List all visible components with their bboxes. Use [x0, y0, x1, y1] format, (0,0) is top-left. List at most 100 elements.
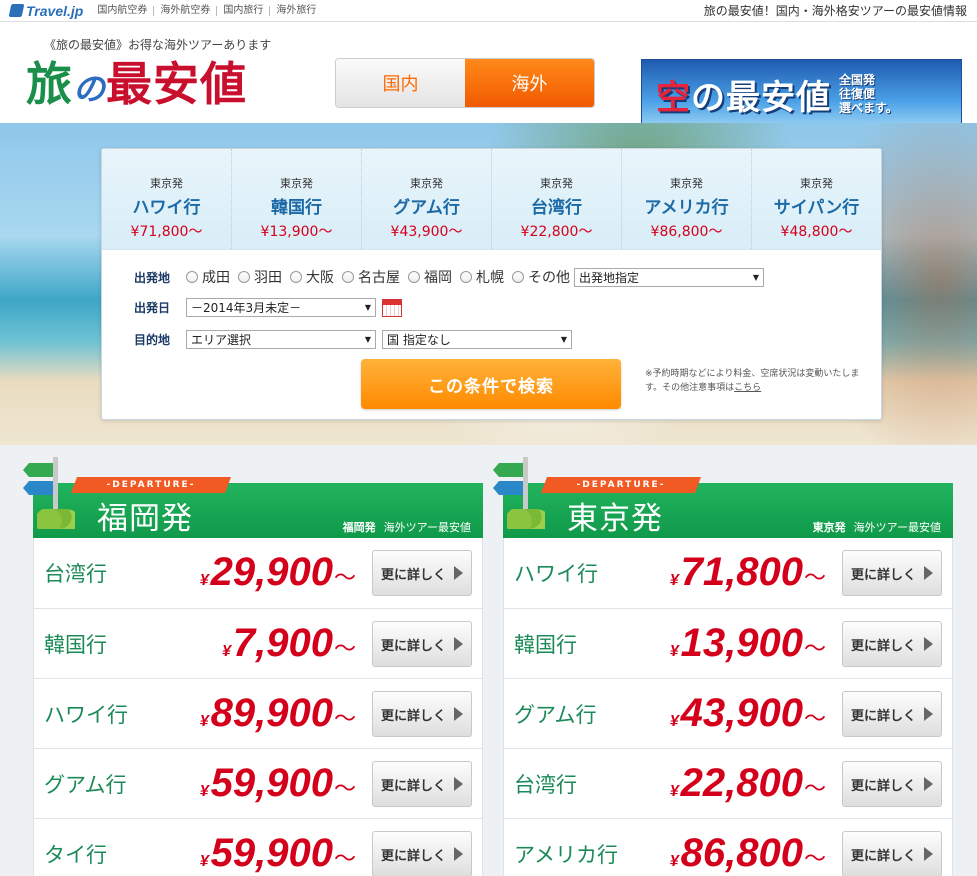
deal-price: ¥89,900 〜: [200, 691, 356, 736]
departure-row: 出発地 成田 羽田 大阪 名古屋 福岡 札幌 その他 出発地指定 ▼: [134, 267, 764, 287]
radio-nagoya[interactable]: 名古屋: [342, 267, 400, 287]
deal-destination: 韓国行: [44, 632, 107, 657]
yen-sign: ¥: [669, 713, 679, 730]
price-value: 29,900: [210, 550, 333, 594]
deal-destination: 韓国行: [514, 632, 577, 657]
air-fare-banner[interactable]: 空の最安値 全国発 往復便 選べます。: [641, 59, 962, 129]
search-button[interactable]: この条件で検索: [361, 359, 621, 409]
price-value: 86,800: [680, 831, 803, 875]
banner-side-text: 全国発 往復便 選べます。: [839, 73, 898, 115]
radio-icon: [238, 271, 250, 283]
radio-label: 羽田: [254, 270, 282, 286]
popular-destination-guam[interactable]: 東京発 グアム行 ¥43,900〜: [362, 149, 492, 249]
play-arrow-icon: [454, 566, 463, 580]
tour-search-box: 東京発 ハワイ行 ¥71,800〜 東京発 韓国行 ¥13,900〜 東京発 グ…: [101, 148, 882, 420]
popular-destination-korea[interactable]: 東京発 韓国行 ¥13,900〜: [232, 149, 362, 249]
deal-row: ハワイ行 ¥71,800 〜 更に詳しく: [504, 538, 952, 608]
panel-subtitle-bold: 福岡発: [342, 521, 376, 534]
deal-list: ハワイ行 ¥71,800 〜 更に詳しく 韓国行 ¥13,900 〜 更に詳しく グ…: [503, 538, 953, 876]
more-details-button[interactable]: 更に詳しく: [842, 761, 942, 807]
destination-row: 目的地 エリア選択 ▼ 国 指定なし ▼: [134, 330, 572, 349]
deal-row: 台湾行 ¥22,800 〜 更に詳しく: [504, 748, 952, 818]
radio-fukuoka[interactable]: 福岡: [408, 267, 452, 287]
top-nav-overseas-travel[interactable]: 海外旅行: [269, 5, 322, 16]
destination-price: ¥22,800〜: [520, 224, 593, 240]
more-details-button[interactable]: 更に詳しく: [842, 831, 942, 876]
brand-logo[interactable]: 旅の最安値: [26, 56, 247, 117]
radio-sapporo[interactable]: 札幌: [460, 267, 504, 287]
radio-icon: [460, 271, 472, 283]
play-arrow-icon: [454, 847, 463, 861]
toggle-domestic[interactable]: 国内: [336, 59, 465, 107]
more-details-button[interactable]: 更に詳しく: [372, 831, 472, 876]
signpost-arrow-blue: [493, 481, 527, 495]
radio-other[interactable]: その他: [512, 267, 570, 287]
price-tilde: 〜: [333, 636, 356, 661]
deal-destination: グアム行: [514, 702, 597, 727]
toggle-overseas[interactable]: 海外: [465, 59, 594, 107]
radio-haneda[interactable]: 羽田: [238, 267, 282, 287]
radio-narita[interactable]: 成田: [186, 267, 230, 287]
popular-destination-america[interactable]: 東京発 アメリカ行 ¥86,800〜: [622, 149, 752, 249]
popular-destination-saipan[interactable]: 東京発 サイパン行 ¥48,800〜: [752, 149, 881, 249]
yen-sign: ¥: [199, 783, 209, 800]
deal-price: ¥59,900 〜: [200, 831, 356, 876]
more-details-label: 更に詳しく: [380, 567, 446, 583]
deal-price: ¥71,800 〜: [670, 550, 826, 595]
deal-price: ¥59,900 〜: [200, 761, 356, 806]
destination-name: アメリカ行: [644, 198, 729, 218]
radio-label: 成田: [202, 270, 230, 286]
price-value: 13,900: [680, 621, 803, 665]
area-select[interactable]: エリア選択 ▼: [186, 330, 376, 349]
country-select[interactable]: 国 指定なし ▼: [382, 330, 572, 349]
yen-sign: ¥: [221, 643, 231, 660]
date-label: 出発日: [134, 301, 171, 315]
deal-price: ¥7,900 〜: [222, 621, 356, 666]
play-arrow-icon: [924, 777, 933, 791]
more-details-button[interactable]: 更に詳しく: [842, 550, 942, 596]
more-details-label: 更に詳しく: [850, 848, 916, 864]
more-details-button[interactable]: 更に詳しく: [842, 621, 942, 667]
panel-header: - DEPARTURE - 東京発 東京発 海外ツアー最安値: [493, 457, 953, 538]
price-value: 22,800: [680, 761, 803, 805]
yen-sign: ¥: [669, 643, 679, 660]
panel-subtitle: 福岡発 海外ツアー最安値: [343, 519, 471, 535]
top-nav-overseas-air[interactable]: 海外航空券: [153, 5, 216, 16]
more-details-button[interactable]: 更に詳しく: [372, 621, 472, 667]
more-details-button[interactable]: 更に詳しく: [372, 550, 472, 596]
date-select-value: －2014年3月未定－: [191, 301, 302, 315]
destination-from: 東京発: [150, 177, 183, 190]
destination-name: グアム行: [393, 198, 460, 218]
more-details-button[interactable]: 更に詳しく: [372, 691, 472, 737]
more-details-button[interactable]: 更に詳しく: [372, 761, 472, 807]
yen-sign: ¥: [669, 572, 679, 589]
banner-title: 空の最安値: [656, 70, 831, 119]
play-arrow-icon: [924, 566, 933, 580]
yen-sign: ¥: [669, 783, 679, 800]
deal-price: ¥43,900 〜: [670, 691, 826, 736]
destination-from: 東京発: [670, 177, 703, 190]
top-nav-domestic-travel[interactable]: 国内旅行: [216, 5, 269, 16]
notice-link[interactable]: こちら: [734, 383, 761, 393]
panel-header: - DEPARTURE - 福岡発 福岡発 海外ツアー最安値: [23, 457, 483, 538]
deal-destination: ハワイ行: [44, 702, 128, 727]
top-nav-domestic-air[interactable]: 国内航空券: [97, 5, 153, 16]
price-value: 89,900: [210, 691, 333, 735]
deal-destination: 台湾行: [44, 562, 107, 586]
more-details-label: 更に詳しく: [850, 708, 916, 724]
deal-destination: タイ行: [44, 842, 107, 867]
top-bar: Travel.jp 国内航空券 海外航空券 国内旅行 海外旅行 旅の最安値！国内…: [0, 0, 977, 22]
departure-select[interactable]: 出発地指定 ▼: [574, 267, 764, 287]
radio-osaka[interactable]: 大阪: [290, 267, 334, 287]
date-select[interactable]: －2014年3月未定－ ▼: [186, 298, 376, 317]
popular-destination-taiwan[interactable]: 東京発 台湾行 ¥22,800〜: [492, 149, 622, 249]
calendar-icon[interactable]: [382, 298, 402, 317]
travel-jp-logo[interactable]: Travel.jp: [8, 3, 83, 19]
play-arrow-icon: [454, 707, 463, 721]
popular-destination-hawaii[interactable]: 東京発 ハワイ行 ¥71,800〜: [102, 149, 232, 249]
deal-price: ¥13,900 〜: [670, 621, 826, 666]
more-details-button[interactable]: 更に詳しく: [842, 691, 942, 737]
radio-label: 札幌: [476, 270, 504, 286]
price-tilde: 〜: [333, 846, 356, 871]
radio-icon: [512, 271, 524, 283]
